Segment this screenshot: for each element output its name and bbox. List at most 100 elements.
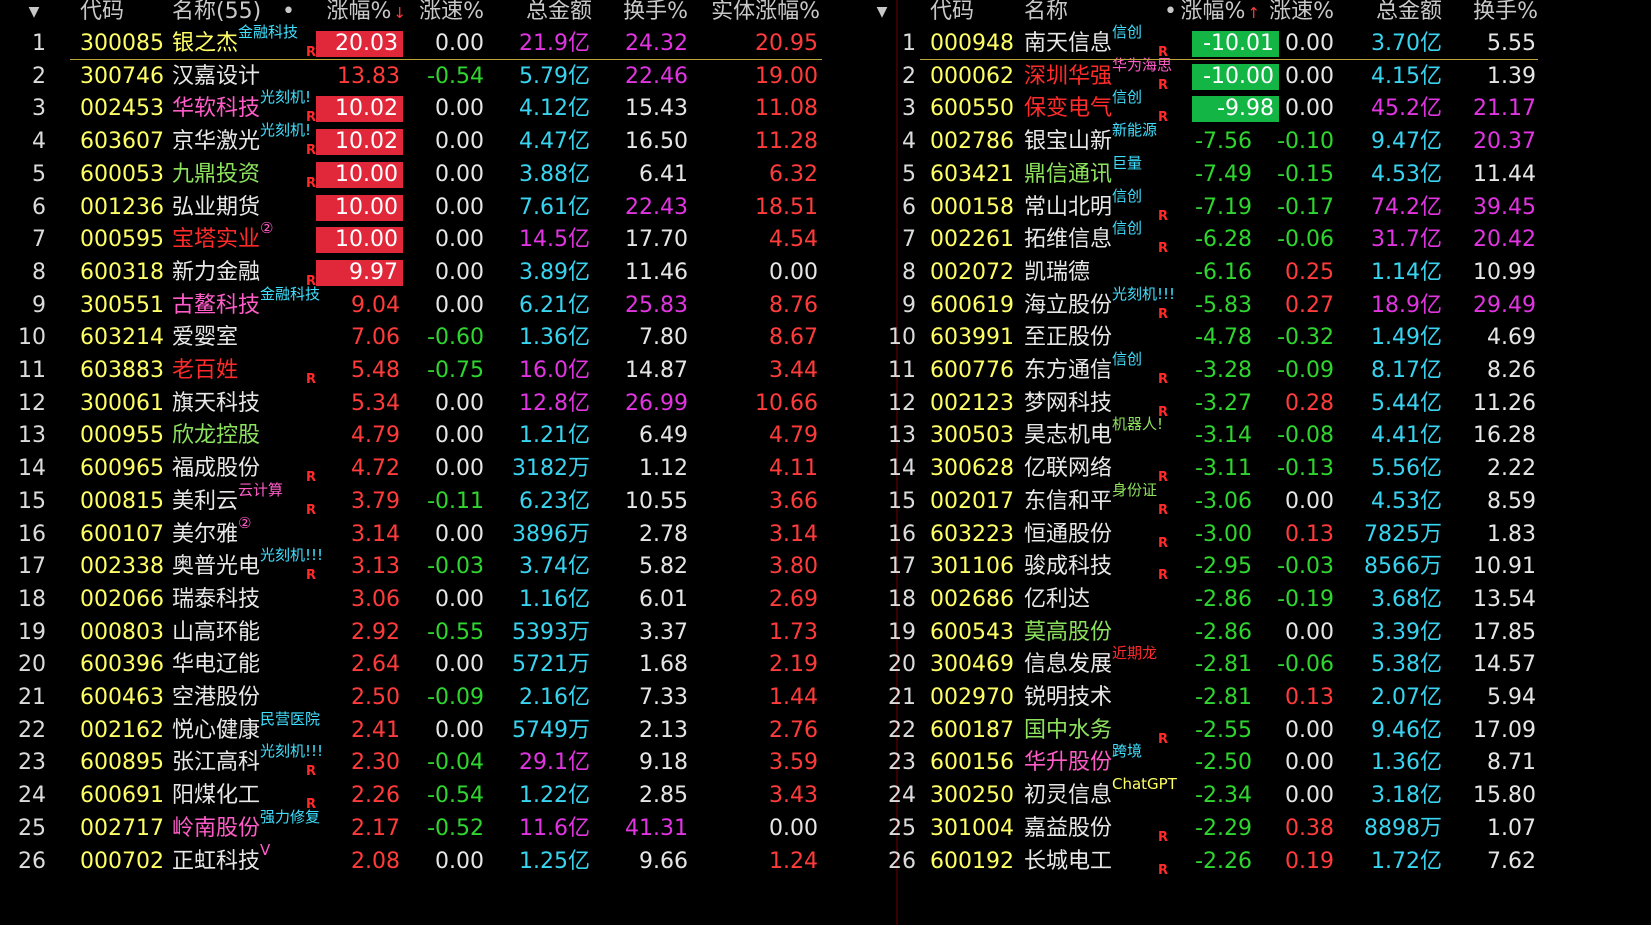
table-row[interactable]: 11 600776 东方通信 信创 R -3.28 -0.09 8.17亿 8.26 xyxy=(888,351,1651,389)
header-turnover[interactable]: 换手% xyxy=(600,0,688,30)
table-row[interactable]: 9 300551 古鳌科技 金融科技 9.04 0.00 6.21亿 25.83 8.76 xyxy=(0,286,898,324)
table-row[interactable]: 26 600192 长城电工 R -2.26 0.19 1.72亿 7.62 xyxy=(888,845,1651,880)
table-row[interactable]: 1 000948 南天信息 信创 R -10.01 0.00 3.70亿 5.55 xyxy=(898,24,1651,62)
table-row[interactable]: 2 300746 汉嘉设计 13.83 -0.54 5.79亿 22.46 19.00 xyxy=(0,60,898,95)
table-row[interactable]: 15 002017 东信和平 身份证 R -3.06 0.00 4.53亿 8.59 xyxy=(888,482,1651,520)
change-speed: 0.00 xyxy=(435,227,484,253)
total-amount: 4.53亿 xyxy=(1371,161,1442,187)
change-pct: -5.83 xyxy=(1195,292,1252,318)
table-row[interactable]: 10 603991 至正股份 -4.78 -0.32 1.49亿 4.69 xyxy=(888,321,1651,356)
header-amount[interactable]: 总金额 xyxy=(1348,0,1442,30)
table-row[interactable]: 3 600550 保变电气 信创 R -9.98 0.00 45.2亿 21.17 xyxy=(898,89,1651,127)
table-row[interactable]: 12 002123 梦网科技 R -3.27 0.28 5.44亿 11.26 xyxy=(888,387,1651,422)
header-change-pct[interactable]: 涨幅% ↓ xyxy=(320,0,406,30)
change-pct: -7.56 xyxy=(1195,129,1252,155)
header-code[interactable]: 代码 xyxy=(80,0,150,30)
header-turnover[interactable]: 换手% xyxy=(1450,0,1538,30)
change-pct: -2.81 xyxy=(1195,652,1252,678)
table-row[interactable]: 24 300250 初灵信息 ChatGPT -2.34 0.00 3.18亿 15.80 xyxy=(888,776,1651,814)
table-row[interactable]: 19 600543 莫高股份 -2.86 0.00 3.39亿 17.85 xyxy=(888,616,1651,651)
margin-trading-badge: R xyxy=(306,502,317,518)
table-row[interactable]: 7 002261 拓维信息 信创 R -6.28 -0.06 31.7亿 20.42 xyxy=(898,220,1651,258)
change-speed: -0.09 xyxy=(427,685,484,710)
table-row[interactable]: 14 300628 亿联网络 R -3.11 -0.13 5.56亿 2.22 xyxy=(888,452,1651,487)
stock-name-text: 正虹科技 xyxy=(172,848,261,874)
table-row[interactable]: 22 600187 国中水务 R -2.55 0.00 9.46亿 17.09 xyxy=(888,714,1651,749)
change-pct-highlight: 10.00 xyxy=(316,161,403,188)
table-row[interactable]: 22 002162 悦心健康 民营医院 2.41 0.00 5749万 2.13 2.76 xyxy=(0,711,898,749)
table-row[interactable]: 5 600053 九鼎投资 R 10.00 0.00 3.88亿 6.41 6.32 xyxy=(0,158,898,193)
change-speed: 0.00 xyxy=(435,586,484,612)
total-amount: 3896万 xyxy=(512,521,590,547)
table-row[interactable]: 4 603607 京华激光 光刻机! R 10.02 0.00 4.47亿 16.50 11.28 xyxy=(0,122,898,160)
table-row[interactable]: 20 300469 信息发展 近期龙 -2.81 -0.06 5.38亿 14.57 xyxy=(888,645,1651,683)
change-speed: -0.06 xyxy=(1277,652,1334,678)
table-row[interactable]: 5 603421 鼎信通讯 巨量 -7.49 -0.15 4.53亿 11.44 xyxy=(898,155,1651,193)
sort-menu-chevron-down-icon[interactable]: ▼ xyxy=(868,0,896,30)
change-speed: 0.13 xyxy=(1285,685,1334,710)
table-row[interactable]: 3 002453 华软科技 光刻机! R 10.02 0.00 4.12亿 15.43 11.08 xyxy=(0,89,898,127)
concept-tag: ② xyxy=(260,219,274,238)
table-row[interactable]: 18 002066 瑞泰科技 3.06 0.00 1.16亿 6.01 2.69 xyxy=(0,583,898,618)
table-row[interactable]: 21 600463 空港股份 2.50 -0.09 2.16亿 7.33 1.44 xyxy=(0,681,898,716)
table-row[interactable]: 21 002970 锐明技术 -2.81 0.13 2.07亿 5.94 xyxy=(888,681,1651,716)
turnover-rate: 10.99 xyxy=(1473,259,1536,285)
stock-code: 000955 xyxy=(80,423,164,449)
table-row[interactable]: 6 000158 常山北明 信创 R -7.19 -0.17 74.2亿 39.45 xyxy=(898,188,1651,226)
header-speed[interactable]: 涨速% xyxy=(1268,0,1334,30)
table-row[interactable]: 6 001236 弘业期货 10.00 0.00 7.61亿 22.43 18.51 xyxy=(0,191,898,226)
header-body-change[interactable]: 实体涨幅% xyxy=(700,0,820,30)
body-change-pct: 4.79 xyxy=(769,423,818,449)
table-row[interactable]: 18 002686 亿利达 -2.86 -0.19 3.68亿 13.54 xyxy=(888,583,1651,618)
table-row[interactable]: 16 603223 恒通股份 R -3.00 0.13 7825万 1.83 xyxy=(888,518,1651,553)
table-row[interactable]: 9 600619 海立股份 光刻机!!! R -5.83 0.27 18.9亿 29.49 xyxy=(898,286,1651,324)
change-pct: 3.13 xyxy=(351,554,400,580)
body-change-pct: 18.51 xyxy=(755,194,818,220)
table-row[interactable]: 1 300085 银之杰 金融科技 R 20.03 0.00 21.9亿 24.32 20.95 xyxy=(0,24,898,62)
table-row[interactable]: 8 002072 凯瑞德 -6.16 0.25 1.14亿 10.99 xyxy=(898,256,1651,291)
stock-code: 002066 xyxy=(80,586,164,612)
table-row[interactable]: 23 600895 张江高科 光刻机!!! R 2.30 -0.04 29.1亿 9.18 3.5… xyxy=(0,743,898,781)
change-pct-highlight: 10.00 xyxy=(316,227,403,254)
table-row[interactable]: 13 300503 昊志机电 机器人! -3.14 -0.08 4.41亿 16.28 xyxy=(888,416,1651,454)
table-row[interactable]: 12 300061 旗天科技 5.34 0.00 12.8亿 26.99 10.66 xyxy=(0,387,898,422)
table-row[interactable]: 25 301004 嘉益股份 R -2.29 0.38 8898万 1.07 xyxy=(888,812,1651,847)
header-amount[interactable]: 总金额 xyxy=(500,0,592,30)
table-row[interactable]: 13 000955 欣龙控股 4.79 0.00 1.21亿 6.49 4.79 xyxy=(0,419,898,454)
row-number: 5 xyxy=(902,161,916,187)
table-row[interactable]: 25 002717 岭南股份 强力修复 2.17 -0.52 11.6亿 41.31 0.00 xyxy=(0,809,898,847)
table-row[interactable]: 17 002338 奥普光电 光刻机!!! R 3.13 -0.03 3.74亿 5.82 3.8… xyxy=(0,547,898,585)
table-row[interactable]: 10 603214 爱婴室 7.06 -0.60 1.36亿 7.80 8.67 xyxy=(0,321,898,356)
table-row[interactable]: 19 000803 山高环能 2.92 -0.55 5393万 3.37 1.73 xyxy=(0,616,898,651)
table-row[interactable]: 2 000062 深圳华强 华为海思 R -10.00 0.00 4.15亿 1.39 xyxy=(898,57,1651,95)
change-pct-highlight: 10.02 xyxy=(316,129,403,156)
sort-arrow-icon: ↑ xyxy=(1247,4,1260,22)
table-row[interactable]: 7 000595 宝塔实业 ② 10.00 0.00 14.5亿 17.70 4.54 xyxy=(0,219,898,258)
table-row[interactable]: 15 000815 美利云 云计算 R 3.79 -0.11 6.23亿 10.55 3.66 xyxy=(0,482,898,520)
turnover-rate: 20.37 xyxy=(1473,129,1536,155)
table-row[interactable]: 17 301106 骏成科技 R -2.95 -0.03 8566万 10.91 xyxy=(888,550,1651,585)
sort-menu-chevron-down-icon[interactable]: ▼ xyxy=(20,0,48,30)
table-row[interactable]: 20 600396 华电辽能 2.64 0.00 5721万 1.68 2.19 xyxy=(0,648,898,683)
stock-code: 002017 xyxy=(930,488,1014,514)
header-name[interactable]: 名称 xyxy=(1024,0,1104,30)
table-row[interactable]: 8 600318 新力金融 R 9.97 0.00 3.89亿 11.46 0.00 xyxy=(0,256,898,291)
margin-trading-badge: R xyxy=(1158,110,1169,126)
table-row[interactable]: 14 600965 福成股份 R 4.72 0.00 3182万 1.12 4.11 xyxy=(0,452,898,487)
table-row[interactable]: 23 600156 华升股份 跨境 -2.50 0.00 1.36亿 8.71 xyxy=(888,743,1651,781)
table-row[interactable]: 26 000702 正虹科技 V 2.08 0.00 1.25亿 9.66 1.24 xyxy=(0,842,898,880)
table-row[interactable]: 16 600107 美尔雅 ② 3.14 0.00 3896万 2.78 3.14 xyxy=(0,515,898,553)
row-number: 3 xyxy=(902,96,916,122)
body-change-pct: 8.76 xyxy=(769,292,818,318)
header-change-pct[interactable]: 涨幅% ↑ xyxy=(1180,0,1260,30)
stock-code: 002162 xyxy=(80,717,164,743)
concept-tag: 新能源 xyxy=(1112,121,1158,140)
table-row[interactable]: 24 600691 阳煤化工 R 2.26 -0.54 1.22亿 2.85 3.43 xyxy=(0,779,898,814)
header-speed[interactable]: 涨速% xyxy=(410,0,484,30)
table-row[interactable]: 11 603883 老百姓 R 5.48 -0.75 16.0亿 14.87 3.44 xyxy=(0,354,898,389)
header-code[interactable]: 代码 xyxy=(930,0,1000,30)
table-row[interactable]: 4 002786 银宝山新 新能源 -7.56 -0.10 9.47亿 20.37 xyxy=(898,121,1651,160)
turnover-rate: 25.83 xyxy=(625,292,688,318)
row-number: 26 xyxy=(18,848,46,874)
stock-code: 600187 xyxy=(930,717,1014,743)
